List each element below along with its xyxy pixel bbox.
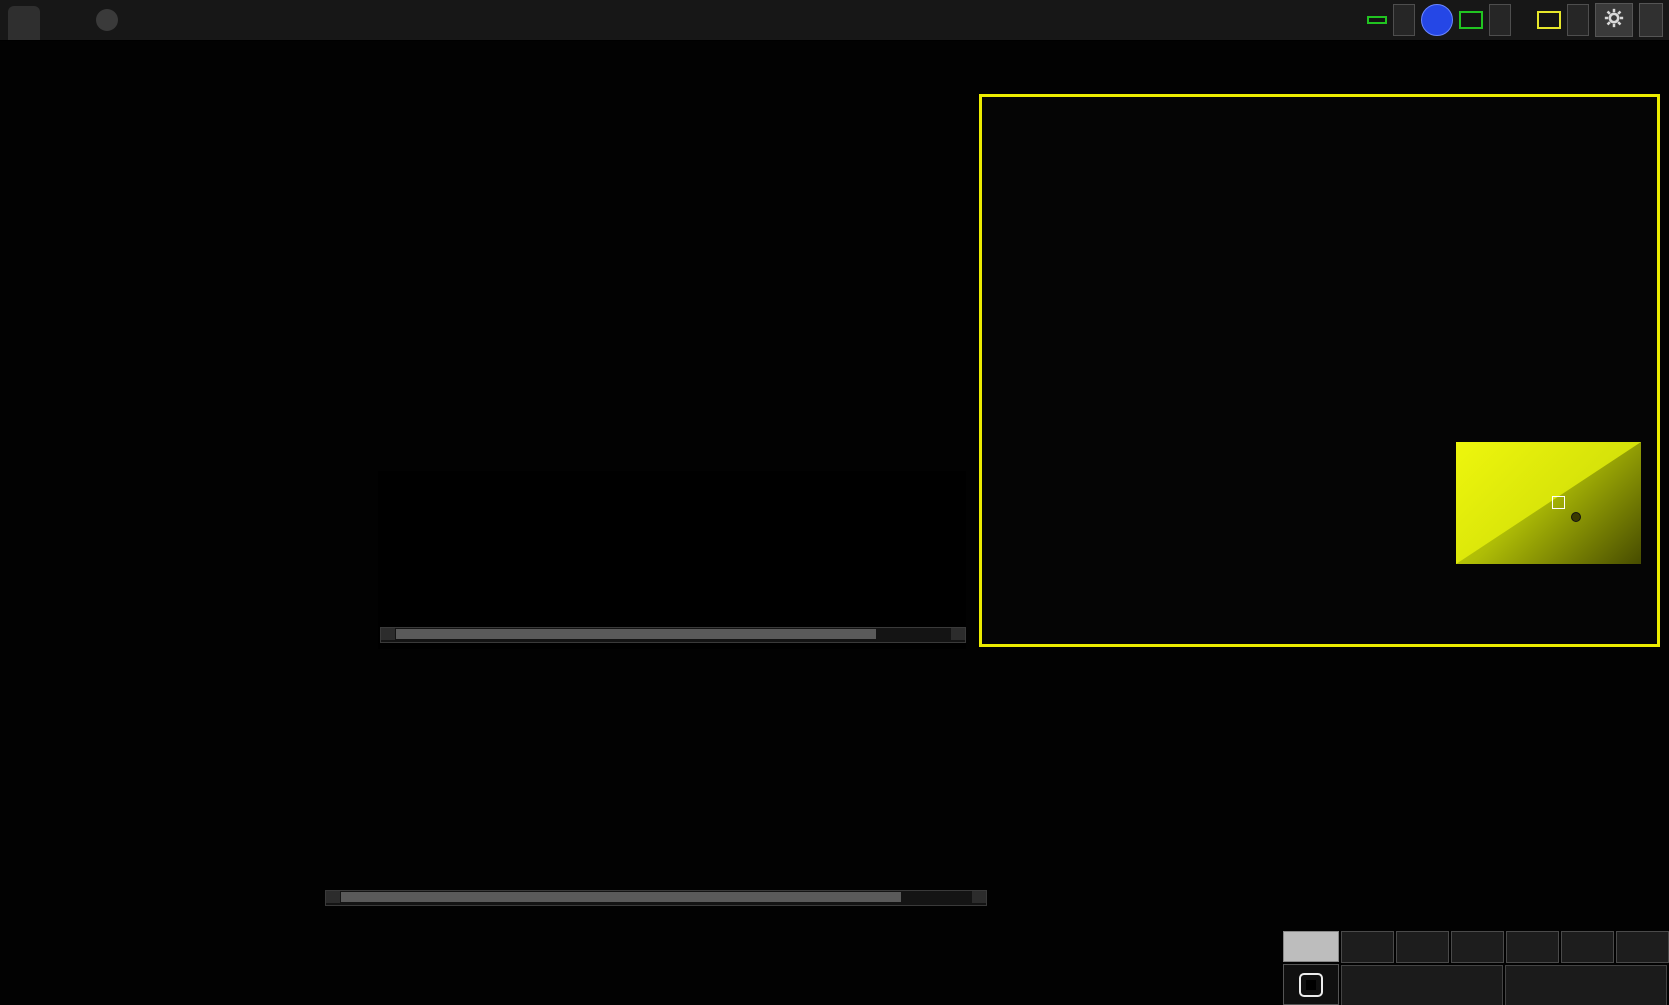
inset-measured-marker (1571, 512, 1581, 522)
swatch-scrollbar-thumb[interactable] (396, 629, 876, 639)
probe-dropdown-button[interactable] (1393, 4, 1415, 36)
swatch-scrollbar[interactable] (380, 627, 966, 643)
delta-l-chart (366, 118, 566, 480)
refresh-button[interactable] (1561, 931, 1614, 963)
delta-h-chart (760, 118, 960, 480)
pause-button[interactable] (1451, 931, 1504, 963)
scroll-right-icon[interactable] (951, 628, 965, 640)
pattern-source-dropdown-button[interactable] (1489, 4, 1511, 36)
next-button[interactable] (1505, 965, 1667, 1005)
loop-button[interactable] (1506, 931, 1559, 963)
topbar-controls (1367, 4, 1663, 36)
record-button[interactable] (1616, 931, 1669, 963)
delta-c-chart (563, 118, 763, 480)
stop-button[interactable] (1341, 931, 1394, 963)
scroll-left-icon[interactable] (381, 628, 395, 640)
inset-gradient (1456, 442, 1641, 564)
gear-icon (1604, 8, 1624, 33)
current-xy (14, 790, 60, 819)
inset-target-marker (1552, 496, 1565, 509)
scroll-right-icon[interactable] (972, 891, 986, 903)
colorchecker-app (0, 0, 1669, 1005)
transport-controls (1283, 931, 1669, 1005)
cie-diagram-panel (979, 94, 1660, 647)
collapse-panel-button[interactable] (1639, 3, 1663, 37)
back-button[interactable] (1341, 965, 1503, 1005)
deltae2000-bar-chart (10, 262, 366, 646)
patch-selector-strip (0, 931, 1283, 1005)
measurement-count-badge (1421, 4, 1453, 36)
strip-up-button[interactable] (1283, 931, 1339, 962)
pattern-source-selector[interactable] (1459, 11, 1483, 29)
current-patch-inset (1456, 442, 1641, 564)
add-tab-button[interactable] (96, 9, 118, 31)
settings-button[interactable] (1595, 3, 1633, 37)
play-button[interactable] (1396, 931, 1449, 963)
display-window-button[interactable] (1283, 964, 1339, 1005)
table-scrollbar[interactable] (325, 890, 987, 906)
scroll-left-icon[interactable] (326, 891, 340, 903)
display-control-selector[interactable] (1537, 11, 1561, 29)
table-scrollbar-thumb[interactable] (341, 892, 901, 902)
display-window-icon (1299, 973, 1323, 997)
top-bar (0, 0, 1669, 41)
display-control-dropdown-button[interactable] (1567, 4, 1589, 36)
probe-selector[interactable] (1367, 16, 1387, 24)
measurement-table-wrap (325, 662, 1669, 884)
swatch-strip (378, 471, 966, 649)
tab-history-1[interactable] (8, 6, 40, 40)
